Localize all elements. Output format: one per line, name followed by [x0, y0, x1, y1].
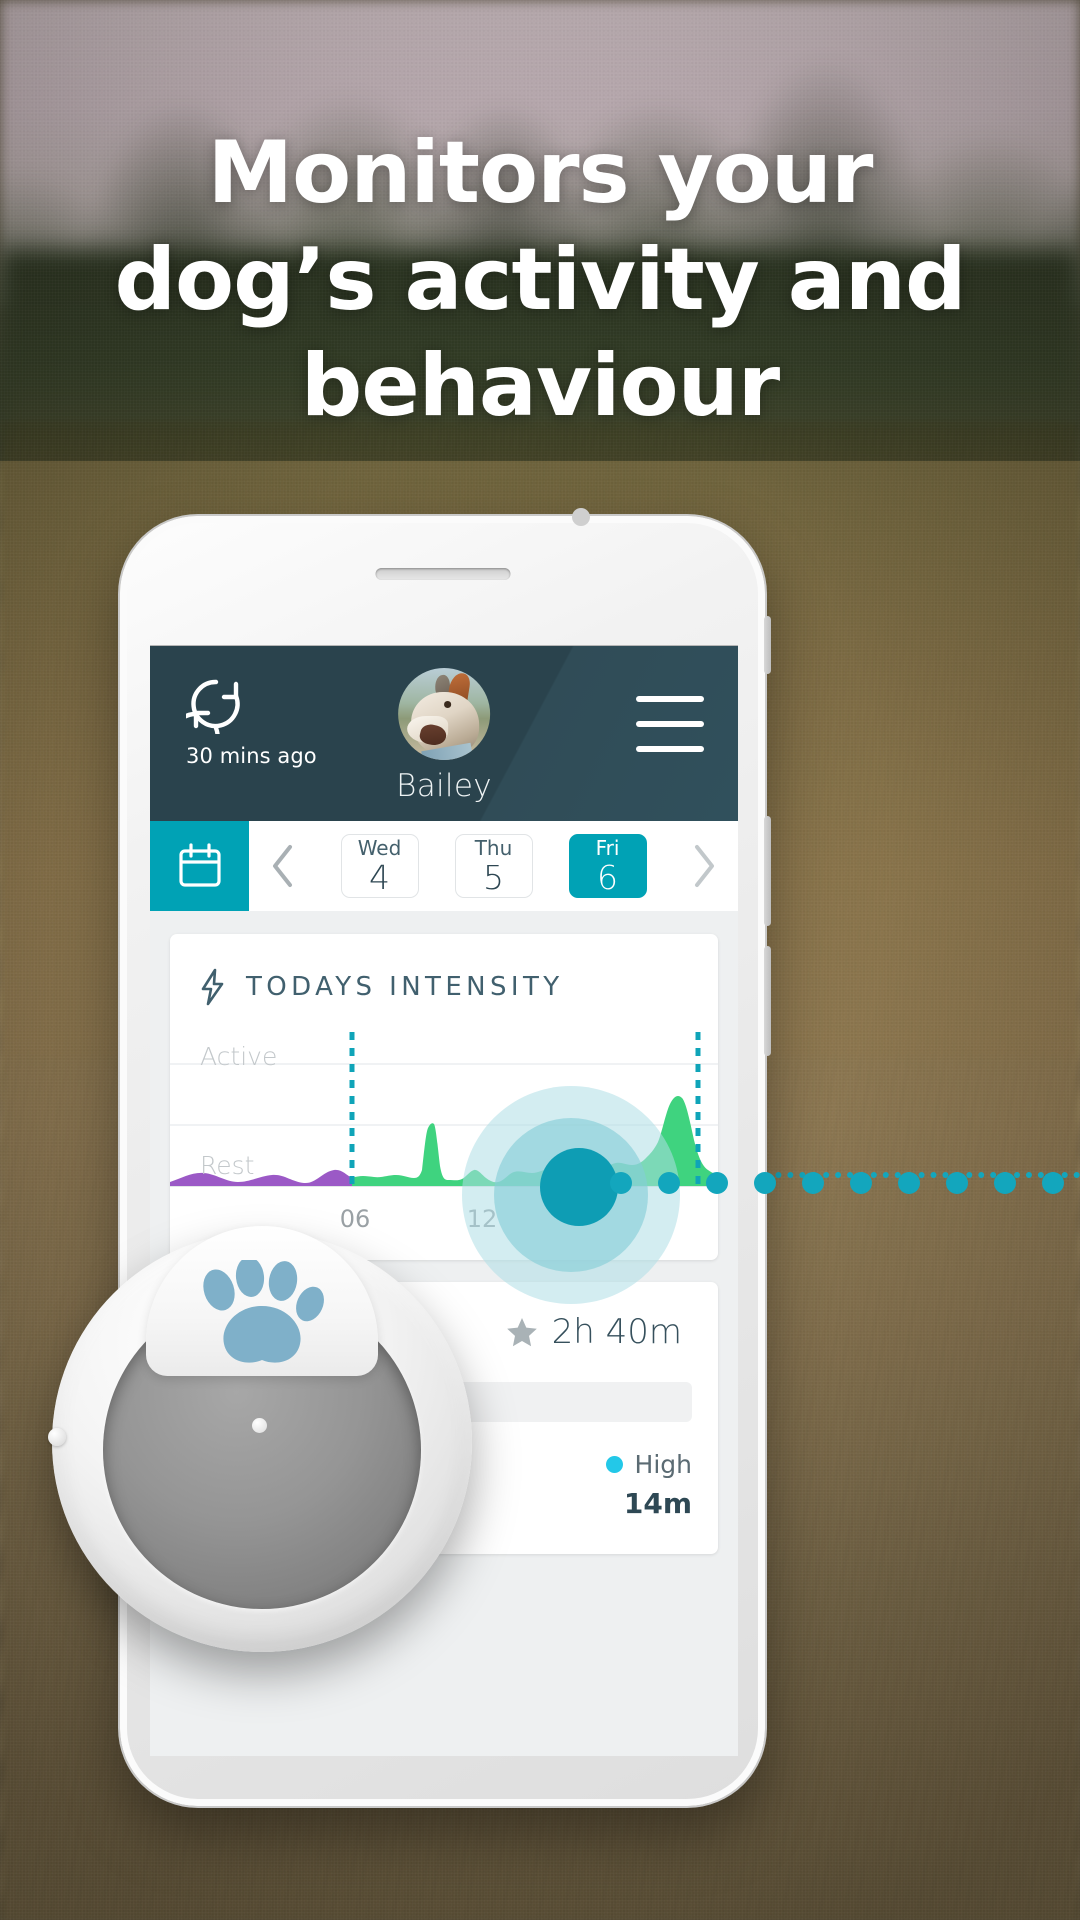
date-chip-dow: Thu: [474, 836, 513, 860]
date-navigation: Wed 4 Thu 5 Fri 6: [249, 821, 738, 911]
signal-dot-1: [610, 1172, 632, 1194]
date-chip-day: 5: [483, 858, 504, 897]
avatar: [398, 668, 490, 760]
signal-dot-9: [994, 1172, 1016, 1194]
date-chip-thu-5[interactable]: Thu 5: [454, 834, 533, 898]
chart-y-label-rest: Rest: [200, 1151, 255, 1180]
date-chip-day: 4: [369, 858, 390, 897]
calendar-button[interactable]: [150, 821, 249, 911]
signal-dot-3: [706, 1172, 728, 1194]
date-chip-wed-4[interactable]: Wed 4: [340, 834, 419, 898]
prev-day-button[interactable]: [263, 838, 303, 894]
sync-refresh-icon: [186, 679, 240, 734]
menu-bar-2: [636, 721, 704, 727]
headline-line-2: dog’s activity and: [114, 229, 966, 330]
lightning-bolt-icon: [201, 968, 224, 1006]
signal-dot-6: [850, 1172, 872, 1194]
date-chip-list: Wed 4 Thu 5 Fri 6: [340, 834, 647, 898]
device-top-cap: [146, 1226, 378, 1376]
date-chip-day: 6: [597, 858, 618, 897]
pet-profile[interactable]: Bailey: [396, 668, 492, 804]
signal-dot-7: [898, 1172, 920, 1194]
volume-down-button: [764, 946, 771, 1056]
menu-bar-3: [636, 746, 704, 752]
chevron-right-icon: [695, 845, 714, 887]
legend-dot-high: [605, 1456, 623, 1473]
calendar-icon: [178, 843, 221, 887]
signal-dot-2: [658, 1172, 680, 1194]
chart-x-tick-12: 12: [466, 1205, 498, 1233]
chevron-left-icon: [273, 845, 292, 887]
hamburger-menu-icon[interactable]: [636, 696, 704, 752]
next-day-button[interactable]: [684, 838, 724, 894]
chart-x-tick-06: 06: [339, 1205, 371, 1233]
date-selector-bar: Wed 4 Thu 5 Fri 6: [150, 821, 738, 911]
avatar-dog-eye: [444, 701, 452, 708]
rest-area: [170, 1169, 352, 1186]
menu-bar-1: [636, 696, 704, 702]
intensity-card-header: TODAYS INTENSITY: [170, 934, 718, 1032]
chart-y-label-active: Active: [200, 1042, 278, 1071]
goal-time: 2h 40m: [551, 1312, 682, 1352]
headline-line-3: behaviour: [300, 336, 780, 437]
intensity-card: TODAYS INTENSITY Active Rest 06 12: [170, 934, 718, 1260]
pet-name: Bailey: [396, 768, 492, 804]
sync-status[interactable]: 30 mins ago: [186, 676, 336, 768]
signal-dot-10: [1042, 1172, 1064, 1194]
date-chip-dow: Fri: [595, 836, 620, 860]
sync-timestamp: 30 mins ago: [186, 744, 317, 768]
date-chip-fri-6[interactable]: Fri 6: [568, 834, 647, 898]
legend-item-high: High: [605, 1450, 692, 1479]
date-chip-dow: Wed: [357, 836, 402, 860]
star-icon: [506, 1317, 537, 1346]
signal-dot-5: [802, 1172, 824, 1194]
device-side-nub-left: [48, 1428, 66, 1446]
earpiece-speaker: [375, 568, 510, 580]
intensity-card-title: TODAYS INTENSITY: [246, 972, 564, 1002]
paw-print-icon: [203, 1260, 324, 1363]
mute-switch: [764, 616, 771, 674]
device-side-nub-right: [252, 1418, 267, 1433]
volume-up-button: [764, 816, 771, 926]
pet-tracker-device: [48, 1226, 472, 1652]
signal-dot-8: [946, 1172, 968, 1194]
front-camera: [572, 508, 590, 526]
signal-dot-4: [754, 1172, 776, 1194]
app-header: 30 mins ago Bailey: [150, 646, 738, 821]
promo-headline: Monitors your dog’s activity and behavio…: [0, 120, 1080, 440]
legend-label-high: High: [634, 1450, 692, 1479]
legend-value-high: 14m: [623, 1487, 692, 1520]
headline-line-1: Monitors your: [207, 123, 874, 223]
